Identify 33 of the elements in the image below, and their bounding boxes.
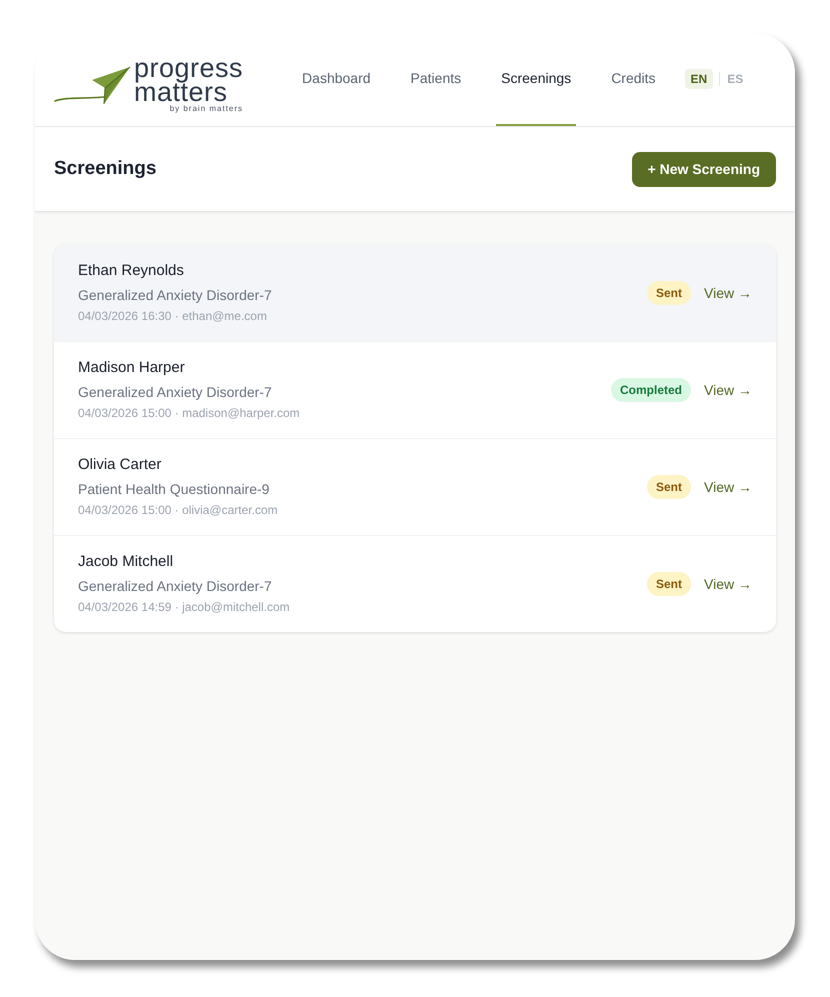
status-badge: Sent (647, 281, 692, 305)
view-link[interactable]: View → (704, 574, 752, 594)
status-badge: Sent (647, 475, 692, 499)
screening-date-email: 04/03/2026 15:00 · madison@harper.com (78, 405, 300, 422)
view-link[interactable]: View → (704, 476, 752, 498)
page-title: Screenings (54, 156, 156, 181)
patient-name: Olivia Carter (78, 455, 162, 475)
screening-test-name: Patient Health Questionnaire-9 (78, 480, 270, 499)
language-toggle[interactable]: EN (684, 68, 714, 88)
screening-test-name: Generalized Anxiety Disorder-7 (78, 577, 273, 596)
screening-row[interactable]: Ethan Reynolds Generalized Anxiety Disorder-7 04/03/2026 16:30 · ethan@me.com Sent View → (54, 244, 776, 341)
patient-name: Ethan Reynolds (78, 261, 185, 281)
patient-name: Jacob Mitchell (78, 552, 174, 572)
logo[interactable]: progress matters by brain matters (54, 35, 244, 126)
screening-date-email: 04/03/2026 14:59 · jacob@mitchell.com (78, 599, 290, 616)
status-badge: Completed (611, 378, 692, 402)
nav-tab[interactable]: Credits (606, 33, 661, 126)
view-link[interactable]: View → (704, 282, 752, 304)
patient-name: Madison Harper (78, 358, 186, 378)
paper-plane-icon (54, 66, 132, 106)
new-screening-button[interactable]: + New Screening (632, 152, 776, 186)
nav-tab[interactable]: Dashboard (297, 33, 376, 126)
screening-date-email: 04/03/2026 15:00 · olivia@carter.com (78, 502, 278, 519)
view-link[interactable]: View → (704, 380, 752, 400)
screening-test-name: Generalized Anxiety Disorder-7 (78, 286, 272, 305)
status-badge: Sent (647, 572, 692, 596)
screening-row[interactable]: Madison Harper Generalized Anxiety Disorder-7 04/03/2026 15:00 · madison@harper.com Completed View → (54, 341, 776, 438)
screening-row[interactable]: Jacob Mitchell Generalized Anxiety Disorder-7 04/03/2026 14:59 · jacob@mitchell.com Sent View → (54, 535, 776, 632)
screening-row[interactable]: Olivia Carter Patient Health Questionnaire-9 04/03/2026 15:00 · olivia@carter.com Sent View → (54, 438, 776, 535)
nav-tab[interactable]: Patients (406, 33, 466, 126)
screening-date-email: 04/03/2026 16:30 · ethan@me.com (78, 308, 268, 325)
screening-test-name: Generalized Anxiety Disorder-7 (78, 383, 273, 402)
logo-tagline-text: by brain matters (170, 104, 244, 114)
